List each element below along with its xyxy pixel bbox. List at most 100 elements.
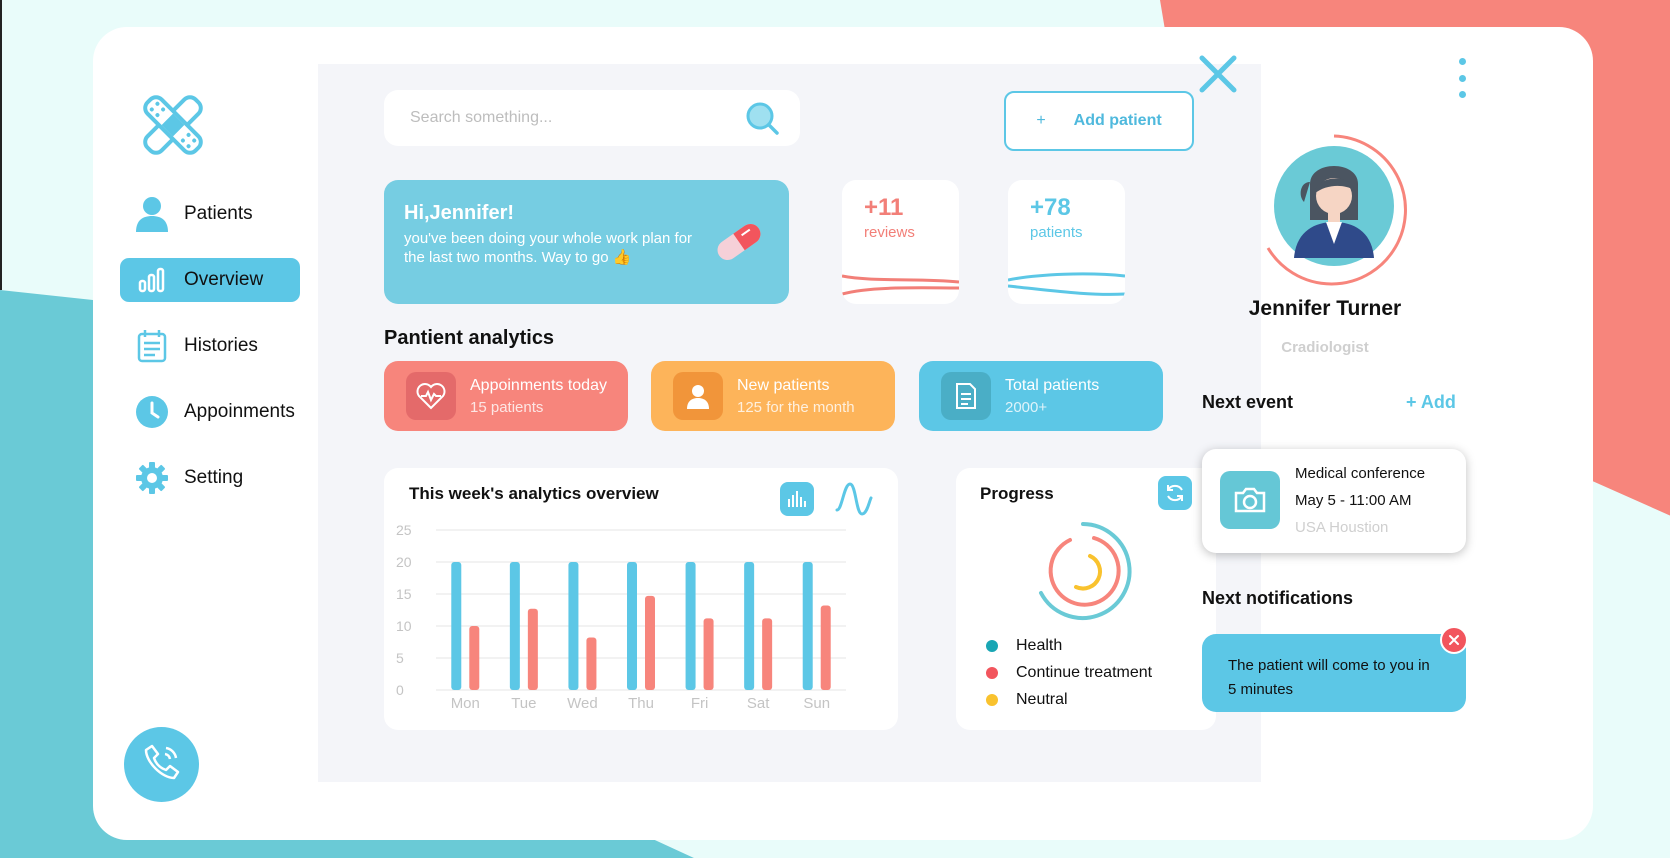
bar <box>802 562 813 690</box>
bar <box>509 562 520 690</box>
sidebar-item-label: Histories <box>184 335 258 356</box>
event-name: Medical conference <box>1295 465 1426 482</box>
y-tick-label: 25 <box>396 522 412 538</box>
calendar-icon <box>132 326 172 366</box>
call-button[interactable] <box>124 727 199 802</box>
plus-icon: + <box>1036 112 1046 129</box>
legend-dot <box>986 666 998 679</box>
reviews-stat-card: +11 reviews <box>842 180 959 304</box>
legend-item: Health <box>986 632 1152 659</box>
next-event-title: Next event <box>1202 392 1294 412</box>
document-icon <box>941 372 991 420</box>
appointments-card[interactable]: Appoinments today 15 patients <box>384 361 628 431</box>
wave-decoration <box>1008 272 1125 296</box>
bar <box>586 637 597 690</box>
bar-chart-toggle-icon[interactable] <box>780 482 814 516</box>
heartbeat-icon <box>406 372 456 420</box>
x-tick-label: Sun <box>803 695 830 712</box>
add-patient-label: Add patient <box>1073 112 1162 129</box>
user-icon <box>132 194 172 234</box>
y-tick-label: 5 <box>396 650 404 666</box>
bar <box>703 618 714 690</box>
phone-icon <box>140 740 184 789</box>
bar <box>527 608 538 690</box>
search-input[interactable] <box>410 104 730 132</box>
sidebar-item-label: Overview <box>184 269 264 290</box>
next-notifications-title: Next notifications <box>1202 588 1354 608</box>
profile-role: Cradiologist <box>1281 339 1369 356</box>
legend-label: Neutral <box>1016 690 1068 708</box>
bar <box>685 562 696 690</box>
search-box <box>384 90 800 146</box>
bar <box>469 626 480 690</box>
sidebar-item-label: Appoinments <box>184 401 295 422</box>
weekly-bar-chart: 25 20 15 10 5 0 Mon Tue Wed Thu Fri Sat Sun <box>396 522 846 712</box>
bar <box>568 562 579 690</box>
sidebar-item-setting[interactable]: Setting <box>120 456 300 500</box>
legend-item: Neutral <box>986 686 1152 713</box>
stat-label: patients <box>1030 224 1083 241</box>
bandage-logo-icon <box>143 95 203 155</box>
more-options-icon[interactable] <box>1452 58 1472 98</box>
legend-item: Continue treatment <box>986 659 1152 686</box>
total-patients-card[interactable]: Total patients 2000+ <box>919 361 1163 431</box>
card-subtitle: 2000+ <box>1005 398 1048 416</box>
bar <box>820 605 831 690</box>
card-title: Appoinments today <box>470 376 607 394</box>
bar <box>762 618 773 690</box>
stat-value: +78 <box>1030 194 1071 221</box>
sidebar-item-label: Setting <box>184 467 244 488</box>
bar <box>744 562 755 690</box>
close-icon[interactable] <box>1198 54 1238 94</box>
bar <box>627 562 637 690</box>
sidebar-item-overview[interactable]: Overview <box>120 258 300 302</box>
event-card[interactable]: Medical conference May 5 - 11:00 AM USA … <box>1202 449 1466 553</box>
sidebar-item-label: Patients <box>184 203 253 224</box>
card-title: New patients <box>737 376 830 394</box>
card-subtitle: 15 patients <box>470 398 544 416</box>
legend-label: Health <box>1016 636 1063 654</box>
pill-icon <box>717 223 761 261</box>
card-title: Total patients <box>1005 376 1100 394</box>
x-tick-label: Mon <box>451 695 480 712</box>
x-tick-label: Thu <box>628 695 654 712</box>
section-title: Pantient analytics <box>384 327 555 349</box>
treatment-ring <box>1048 536 1121 607</box>
event-date: May 5 - 11:00 AM <box>1295 492 1412 509</box>
x-tick-label: Wed <box>567 695 598 712</box>
sidebar-item-histories[interactable]: Histories <box>120 324 300 368</box>
add-patient-button[interactable]: + Add patient <box>1004 91 1194 151</box>
add-event-link[interactable]: + Add <box>1406 392 1456 413</box>
bar <box>645 595 655 690</box>
line-chart-toggle-icon[interactable] <box>834 480 874 518</box>
x-tick-label: Fri <box>691 695 709 712</box>
dismiss-notification-icon[interactable] <box>1440 626 1468 654</box>
new-patients-card[interactable]: New patients 125 for the month <box>651 361 895 431</box>
sidebar-item-appoinments[interactable]: Appoinments <box>120 390 300 434</box>
progress-legend: Health Continue treatment Neutral <box>986 632 1152 713</box>
progress-title: Progress <box>980 484 1054 503</box>
event-location: USA Houstion <box>1295 519 1389 536</box>
background-edge-line <box>0 0 2 290</box>
clock-icon <box>132 392 172 432</box>
x-tick-label: Sat <box>747 695 770 712</box>
card-subtitle: 125 for the month <box>737 398 855 416</box>
y-tick-label: 0 <box>396 682 404 698</box>
search-icon[interactable] <box>744 100 780 136</box>
refresh-icon[interactable] <box>1158 476 1192 510</box>
chart-title: This week's analytics overview <box>409 484 659 503</box>
sidebar-item-patients[interactable]: Patients <box>120 192 300 236</box>
legend-dot <box>986 639 998 652</box>
wave-decoration <box>842 274 959 296</box>
progress-card: Progress Health Continue treatment Neutr… <box>956 468 1216 730</box>
y-tick-label: 20 <box>396 554 412 570</box>
camera-icon <box>1220 471 1280 529</box>
weekly-analytics-card: This week's analytics overview 25 20 15 10 5… <box>384 468 898 730</box>
x-tick-label: Tue <box>511 695 536 712</box>
legend-dot <box>986 693 998 706</box>
avatar <box>1266 134 1407 286</box>
sidebar-nav: Patients Overview Histories Appoinments … <box>120 192 300 522</box>
gear-icon <box>132 458 172 498</box>
notification-card: The patient will come to you in 5 minute… <box>1202 626 1468 712</box>
neutral-ring <box>1074 554 1102 591</box>
